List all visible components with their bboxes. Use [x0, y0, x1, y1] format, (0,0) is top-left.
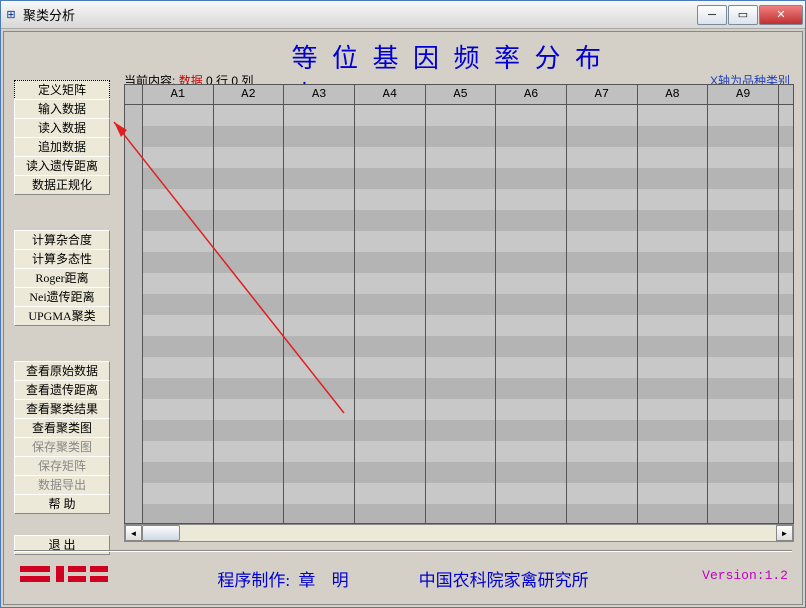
corner-cell	[125, 85, 143, 104]
btn-保存聚类图[interactable]: 保存聚类图	[14, 437, 110, 457]
scroll-right-button[interactable]: ►	[776, 525, 793, 541]
btn-数据导出[interactable]: 数据导出	[14, 475, 110, 495]
button-group-1: 定义矩阵输入数据读入数据追加数据读入遗传距离数据正规化	[14, 80, 110, 194]
content-area: 等 位 基 因 频 率 分 布 表 当前内容: 数据 0 行 0 列 X轴为品种…	[3, 31, 803, 605]
window: ⊞ 聚类分析 ─ ▭ ✕ 等 位 基 因 频 率 分 布 表 当前内容: 数据 …	[0, 0, 806, 608]
grid-header: A1A2A3A4A5A6A7A8A9	[125, 85, 793, 105]
maximize-button[interactable]: ▭	[728, 5, 758, 25]
row-header-gutter	[125, 105, 143, 523]
version-label: Version:1.2	[702, 568, 788, 583]
title-bar: ⊞ 聚类分析 ─ ▭ ✕	[1, 1, 805, 29]
btn-数据正规化[interactable]: 数据正规化	[14, 175, 110, 195]
btn-输入数据[interactable]: 输入数据	[14, 99, 110, 119]
btn-Nei遗传距离[interactable]: Nei遗传距离	[14, 287, 110, 307]
column-header[interactable]: A9	[708, 85, 779, 104]
btn-Roger距离[interactable]: Roger距离	[14, 268, 110, 288]
column-header[interactable]: A7	[567, 85, 638, 104]
scroll-track[interactable]	[142, 525, 776, 541]
window-title: 聚类分析	[23, 5, 697, 24]
footer: 程序制作: 章 明 中国农科院家禽研究所 Version:1.2	[4, 550, 802, 604]
btn-帮 助[interactable]: 帮 助	[14, 494, 110, 514]
column-header[interactable]: A1	[143, 85, 214, 104]
btn-计算多态性[interactable]: 计算多态性	[14, 249, 110, 269]
column-header[interactable]: A4	[355, 85, 426, 104]
minimize-button[interactable]: ─	[697, 5, 727, 25]
btn-保存矩阵[interactable]: 保存矩阵	[14, 456, 110, 476]
author-name: 章 明	[298, 571, 352, 590]
column-header[interactable]: A8	[638, 85, 709, 104]
btn-定义矩阵[interactable]: 定义矩阵	[14, 80, 110, 100]
button-group-3: 查看原始数据查看遗传距离查看聚类结果查看聚类图保存聚类图保存矩阵数据导出帮 助	[14, 361, 110, 513]
close-button[interactable]: ✕	[759, 5, 803, 25]
column-header[interactable]: A3	[284, 85, 355, 104]
grid-area: A1A2A3A4A5A6A7A8A9 ◄ ►	[124, 84, 794, 542]
btn-查看原始数据[interactable]: 查看原始数据	[14, 361, 110, 381]
btn-读入遗传距离[interactable]: 读入遗传距离	[14, 156, 110, 176]
credit-line: 程序制作: 章 明 中国农科院家禽研究所	[4, 566, 802, 591]
data-grid[interactable]: A1A2A3A4A5A6A7A8A9	[124, 84, 794, 524]
btn-查看遗传距离[interactable]: 查看遗传距离	[14, 380, 110, 400]
grid-cells	[143, 105, 793, 523]
organization: 中国农科院家禽研究所	[419, 571, 589, 590]
app-icon: ⊞	[3, 7, 19, 23]
button-group-2: 计算杂合度计算多态性Roger距离Nei遗传距离UPGMA聚类	[14, 230, 110, 325]
btn-读入数据[interactable]: 读入数据	[14, 118, 110, 138]
horizontal-scrollbar[interactable]: ◄ ►	[124, 524, 794, 542]
column-header[interactable]: A5	[426, 85, 497, 104]
scroll-left-button[interactable]: ◄	[125, 525, 142, 541]
scroll-thumb[interactable]	[142, 525, 180, 541]
grid-body	[125, 105, 793, 523]
btn-查看聚类图[interactable]: 查看聚类图	[14, 418, 110, 438]
btn-UPGMA聚类[interactable]: UPGMA聚类	[14, 306, 110, 326]
column-header[interactable]: A6	[496, 85, 567, 104]
btn-计算杂合度[interactable]: 计算杂合度	[14, 230, 110, 250]
btn-追加数据[interactable]: 追加数据	[14, 137, 110, 157]
sidebar: 定义矩阵输入数据读入数据追加数据读入遗传距离数据正规化 计算杂合度计算多态性Ro…	[14, 80, 110, 554]
column-header[interactable]: A2	[214, 85, 285, 104]
btn-查看聚类结果[interactable]: 查看聚类结果	[14, 399, 110, 419]
window-controls: ─ ▭ ✕	[697, 5, 803, 25]
